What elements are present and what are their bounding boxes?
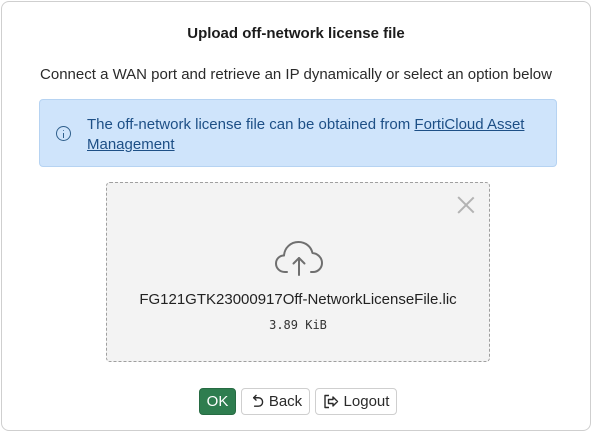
close-icon[interactable]: [457, 196, 475, 214]
file-name: FG121GTK23000917Off-NetworkLicenseFile.l…: [139, 291, 457, 308]
ok-button[interactable]: OK: [199, 388, 236, 415]
ok-button-label: OK: [206, 393, 229, 410]
dialog-subtitle: Connect a WAN port and retrieve an IP dy…: [40, 66, 552, 83]
file-dropzone[interactable]: FG121GTK23000917Off-NetworkLicenseFile.l…: [106, 182, 490, 362]
info-icon: [56, 126, 71, 141]
undo-icon: [252, 394, 264, 407]
upload-license-dialog: Upload off-network license file Connect …: [1, 1, 591, 431]
info-banner: The off-network license file can be obta…: [39, 99, 557, 167]
cloud-upload-icon: [275, 241, 323, 276]
logout-icon: [323, 394, 338, 409]
info-message: The off-network license file can be obta…: [87, 115, 532, 155]
logout-button[interactable]: Logout: [315, 388, 397, 415]
logout-button-label: Logout: [343, 393, 390, 410]
dialog-title: Upload off-network license file: [187, 25, 405, 42]
info-text: The off-network license file can be obta…: [87, 116, 411, 133]
file-size: 3.89 KiB: [269, 318, 327, 332]
back-button[interactable]: Back: [241, 388, 310, 415]
back-button-label: Back: [268, 393, 303, 410]
